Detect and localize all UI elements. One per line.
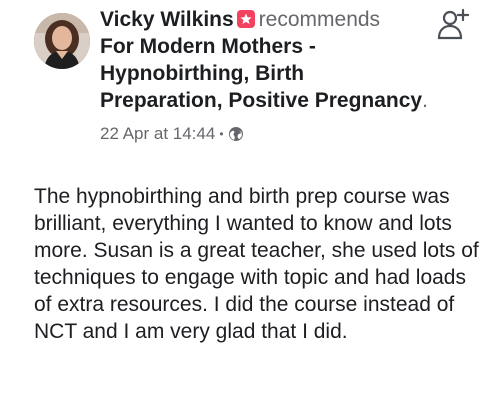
post-headline: Vicky Wilkins recommends bbox=[100, 6, 430, 33]
avatar-photo bbox=[34, 13, 90, 69]
recommends-label: recommends bbox=[258, 8, 381, 31]
post-timestamp[interactable]: 22 Apr at 14:44 bbox=[100, 123, 215, 145]
meta-separator: • bbox=[219, 127, 224, 141]
author-name[interactable]: Vicky Wilkins bbox=[100, 8, 234, 31]
recommended-page-name[interactable]: For Modern Mothers - Hypnobirthing, Birt… bbox=[100, 35, 422, 112]
post-meta: 22 Apr at 14:44 • bbox=[100, 123, 430, 145]
post-header: Vicky Wilkins recommends For Modern Mothe… bbox=[100, 6, 430, 145]
recommended-page[interactable]: For Modern Mothers - Hypnobirthing, Birt… bbox=[100, 33, 430, 114]
page-name-period: . bbox=[422, 89, 428, 112]
recommendation-post: Vicky Wilkins recommends For Modern Mothe… bbox=[0, 0, 500, 418]
add-friend-icon[interactable] bbox=[436, 6, 470, 40]
recommend-icon bbox=[236, 10, 255, 28]
post-body: The hypnobirthing and birth prep course … bbox=[34, 185, 479, 343]
globe-icon[interactable] bbox=[228, 126, 244, 142]
avatar[interactable] bbox=[34, 13, 90, 69]
